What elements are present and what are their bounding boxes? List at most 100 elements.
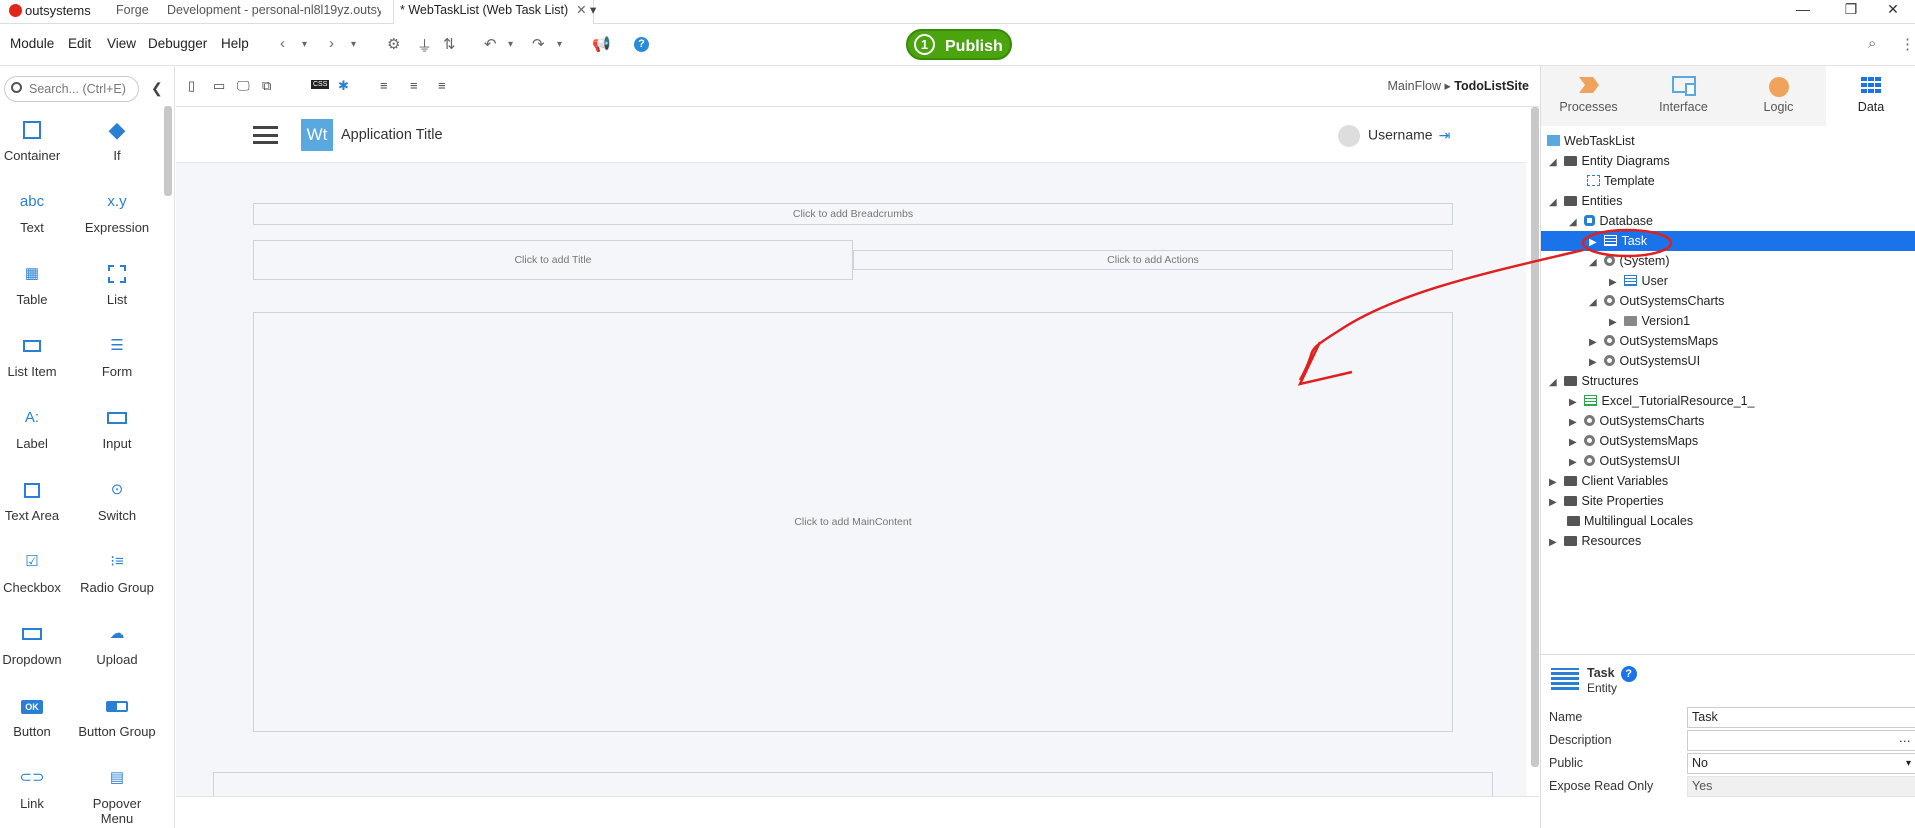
tab-forge[interactable]: Forge xyxy=(110,0,155,24)
redo-icon[interactable]: ↷ xyxy=(532,35,545,53)
expand-arrow-icon[interactable]: ▶ xyxy=(1569,433,1581,453)
help-icon[interactable]: ? xyxy=(634,37,649,52)
widget-if[interactable]: ◆ If xyxy=(77,118,157,164)
forward-icon[interactable]: › xyxy=(329,35,334,52)
multi-screen-icon[interactable]: ⧉ xyxy=(262,78,271,94)
widget-label[interactable]: A: Label xyxy=(0,406,72,451)
widget-button[interactable]: OK Button xyxy=(0,694,72,739)
collapse-arrow-icon[interactable]: ◢ xyxy=(1569,213,1581,233)
close-window-icon[interactable]: ✕ xyxy=(1870,0,1915,24)
breadcrumb-flow[interactable]: MainFlow xyxy=(1388,79,1442,93)
more-icon[interactable]: … xyxy=(1899,729,1912,748)
megaphone-icon[interactable]: 📢 xyxy=(592,35,611,53)
menu-debugger[interactable]: Debugger xyxy=(148,36,207,51)
tabs-dropdown-icon[interactable]: ▾ xyxy=(584,0,602,24)
widget-checkbox[interactable]: ☑ Checkbox xyxy=(0,550,72,595)
tree-item-structures[interactable]: ◢ Structures xyxy=(1541,371,1915,391)
tree-item-user[interactable]: ▶ User xyxy=(1541,271,1915,291)
user-info[interactable]: Username ⇥ xyxy=(1338,125,1450,147)
menu-module[interactable]: Module xyxy=(10,36,54,51)
tab-development[interactable]: Development - personal-nl8l19yz.outsy xyxy=(161,0,381,24)
tree-item-outsystemsui[interactable]: ▶ OutSystemsUI xyxy=(1541,351,1915,371)
tree-item-client-variables[interactable]: ▶ Client Variables xyxy=(1541,471,1915,491)
expand-arrow-icon[interactable]: ▶ xyxy=(1549,493,1561,513)
tab-interface[interactable]: Interface xyxy=(1636,66,1731,126)
widget-upload[interactable]: ☁ Upload xyxy=(77,622,157,667)
theme-icon[interactable]: ✱ xyxy=(338,78,349,94)
tree-item-module[interactable]: WebTaskList xyxy=(1541,131,1915,151)
redo-dropdown-icon[interactable]: ▾ xyxy=(557,39,562,50)
tree-item-task[interactable]: ▶ Task xyxy=(1541,231,1915,251)
app-logo[interactable]: Wt xyxy=(301,119,333,151)
name-field[interactable]: Task xyxy=(1687,707,1915,728)
collapse-arrow-icon[interactable]: ◢ xyxy=(1589,253,1601,273)
collapse-panel-icon[interactable]: ❮ xyxy=(151,80,163,97)
menu-help[interactable]: Help xyxy=(221,36,249,51)
desktop-preview-icon[interactable]: 🖵 xyxy=(237,78,250,94)
tree-item-entity-diagrams[interactable]: ◢ Entity Diagrams xyxy=(1541,151,1915,171)
tree-item-outsystemsmaps[interactable]: ▶ OutSystemsMaps xyxy=(1541,331,1915,351)
expand-arrow-icon[interactable]: ▶ xyxy=(1589,333,1601,353)
screen-canvas[interactable]: Wt Application Title Username ⇥ Click to … xyxy=(176,107,1526,796)
publish-button[interactable]: 1 Publish xyxy=(906,29,1012,60)
tree-item-multilingual-locales[interactable]: Multilingual Locales xyxy=(1541,511,1915,531)
tree-item-excel-tutorial-resource[interactable]: ▶ Excel_TutorialResource_1_ xyxy=(1541,391,1915,411)
expand-arrow-icon[interactable]: ▶ xyxy=(1569,453,1581,473)
tree-item-structures-outsystemsmaps[interactable]: ▶ OutSystemsMaps xyxy=(1541,431,1915,451)
tree-item-template[interactable]: Template xyxy=(1541,171,1915,191)
breadcrumb-screen[interactable]: TodoListSite xyxy=(1454,79,1529,93)
collapse-arrow-icon[interactable]: ◢ xyxy=(1549,373,1561,393)
expand-arrow-icon[interactable]: ▶ xyxy=(1589,233,1601,253)
minimize-icon[interactable]: — xyxy=(1780,0,1826,24)
expand-arrow-icon[interactable]: ▶ xyxy=(1549,533,1561,553)
back-dropdown-icon[interactable]: ▾ xyxy=(302,39,307,50)
public-select[interactable]: No ▾ xyxy=(1687,753,1915,774)
settings-icon[interactable]: ⚙ xyxy=(387,35,400,53)
search-icon[interactable]: ⌕ xyxy=(1868,35,1876,52)
tree-item-system[interactable]: ◢ (System) xyxy=(1541,251,1915,271)
phone-preview-icon[interactable]: ▯ xyxy=(188,78,195,94)
menu-edit[interactable]: Edit xyxy=(68,36,91,51)
description-field[interactable]: … xyxy=(1687,730,1915,751)
plug-icon[interactable]: ⏚ xyxy=(417,35,432,56)
widget-link[interactable]: ⊂⊃ Link xyxy=(0,766,72,811)
tree-item-structures-outsystemsui[interactable]: ▶ OutSystemsUI xyxy=(1541,451,1915,471)
tree-item-database[interactable]: ◢ Database xyxy=(1541,211,1915,231)
tab-data[interactable]: Data xyxy=(1826,66,1915,126)
widget-radio-group[interactable]: ⁝≡ Radio Group xyxy=(77,550,157,595)
toolbox-scrollbar[interactable] xyxy=(164,106,172,196)
forward-dropdown-icon[interactable]: ▾ xyxy=(351,39,356,50)
expand-arrow-icon[interactable]: ▶ xyxy=(1549,473,1561,493)
widget-table[interactable]: ▦ Table xyxy=(0,262,72,307)
widget-switch[interactable]: ⊙ Switch xyxy=(77,478,157,523)
tablet-preview-icon[interactable]: ▭ xyxy=(213,78,225,94)
breadcrumbs-placeholder[interactable]: Click to add Breadcrumbs xyxy=(253,203,1453,225)
tree-item-outsystemscharts[interactable]: ◢ OutSystemsCharts xyxy=(1541,291,1915,311)
hamburger-menu-icon[interactable] xyxy=(253,126,278,144)
title-placeholder[interactable]: Click to add Title xyxy=(253,240,853,280)
tab-webtasklist[interactable]: * WebTaskList (Web Task List) ✕ xyxy=(393,0,594,24)
expand-arrow-icon[interactable]: ▶ xyxy=(1609,273,1621,293)
expand-arrow-icon[interactable]: ▶ xyxy=(1609,313,1621,333)
undo-icon[interactable]: ↶ xyxy=(484,35,497,53)
tree-item-site-properties[interactable]: ▶ Site Properties xyxy=(1541,491,1915,511)
tab-processes[interactable]: Processes xyxy=(1541,66,1636,126)
menu-view[interactable]: View xyxy=(107,36,136,51)
widget-text[interactable]: abc Text xyxy=(0,190,72,235)
apps-grid-icon[interactable]: ⋮⋮ xyxy=(1900,35,1915,53)
tab-logic[interactable]: Logic xyxy=(1731,66,1826,126)
widget-button-group[interactable]: Button Group xyxy=(77,694,157,739)
collapse-arrow-icon[interactable]: ◢ xyxy=(1589,293,1601,313)
expand-arrow-icon[interactable]: ▶ xyxy=(1589,353,1601,373)
widget-list-item[interactable]: List Item xyxy=(0,334,72,379)
tree-item-version1[interactable]: ▶ Version1 xyxy=(1541,311,1915,331)
widget-container[interactable]: Container xyxy=(0,118,72,163)
tree-item-structures-outsystemscharts[interactable]: ▶ OutSystemsCharts xyxy=(1541,411,1915,431)
css-icon[interactable]: CSS xyxy=(311,80,330,89)
expand-arrow-icon[interactable]: ▶ xyxy=(1569,413,1581,433)
footer-placeholder[interactable] xyxy=(213,772,1493,796)
widget-list[interactable]: List xyxy=(77,262,157,307)
widget-dropdown[interactable]: Dropdown xyxy=(0,622,72,667)
collapse-arrow-icon[interactable]: ◢ xyxy=(1549,153,1561,173)
widget-search-input[interactable]: Search... (Ctrl+E) xyxy=(4,76,139,102)
